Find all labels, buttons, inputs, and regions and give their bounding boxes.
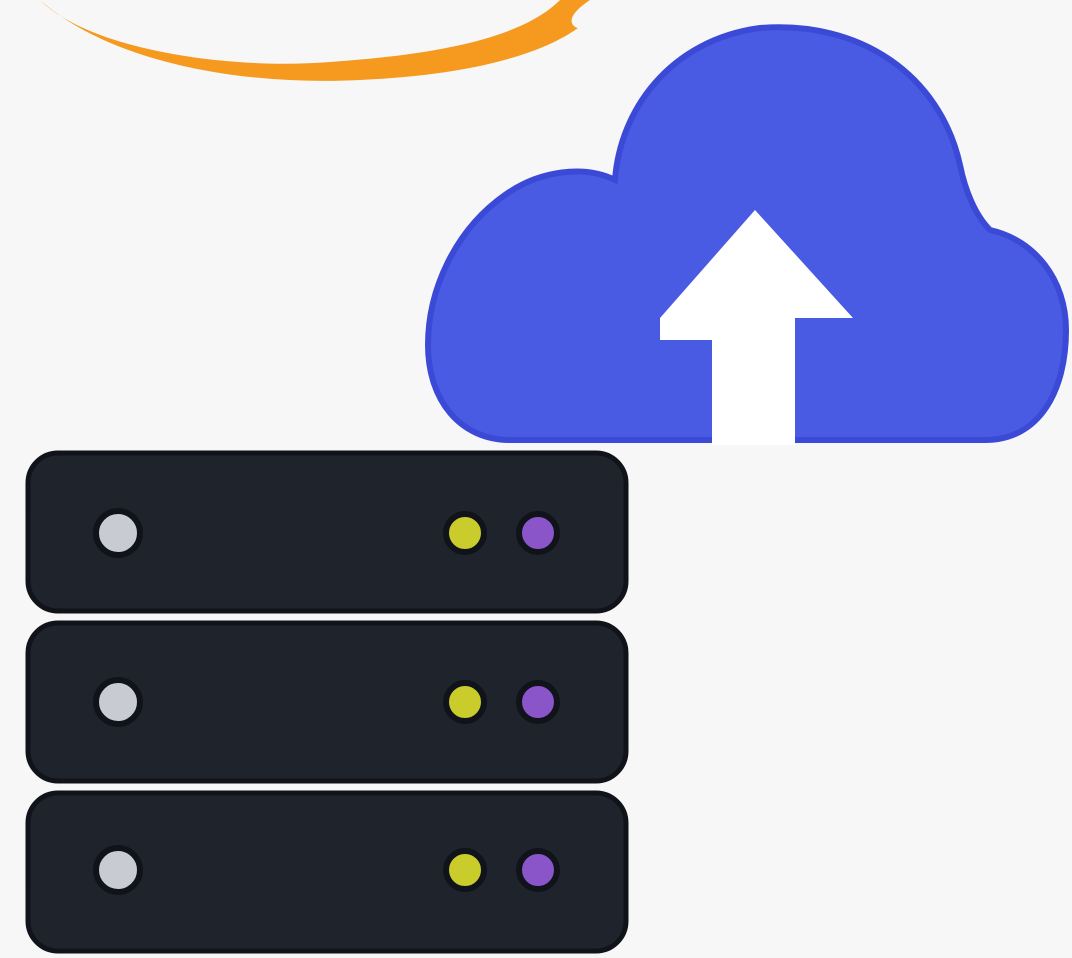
- server-status-led-purple: [516, 680, 560, 724]
- server-status-led-yellow: [443, 511, 487, 555]
- orange-swoosh-icon: [40, 0, 590, 81]
- server-rack-icon: [25, 450, 629, 954]
- server-power-led: [93, 845, 143, 895]
- server-status-led-purple: [516, 511, 560, 555]
- server-status-led-yellow: [443, 848, 487, 892]
- cloud-upload-icon: [424, 24, 1070, 445]
- server-unit: [25, 790, 629, 954]
- server-power-led: [93, 508, 143, 558]
- server-status-led-yellow: [443, 680, 487, 724]
- cloud-server-illustration: [25, 0, 1070, 954]
- server-status-led-purple: [516, 848, 560, 892]
- illustration-canvas: [0, 0, 1072, 958]
- server-unit: [25, 450, 629, 614]
- server-unit: [25, 620, 629, 784]
- server-power-led: [93, 677, 143, 727]
